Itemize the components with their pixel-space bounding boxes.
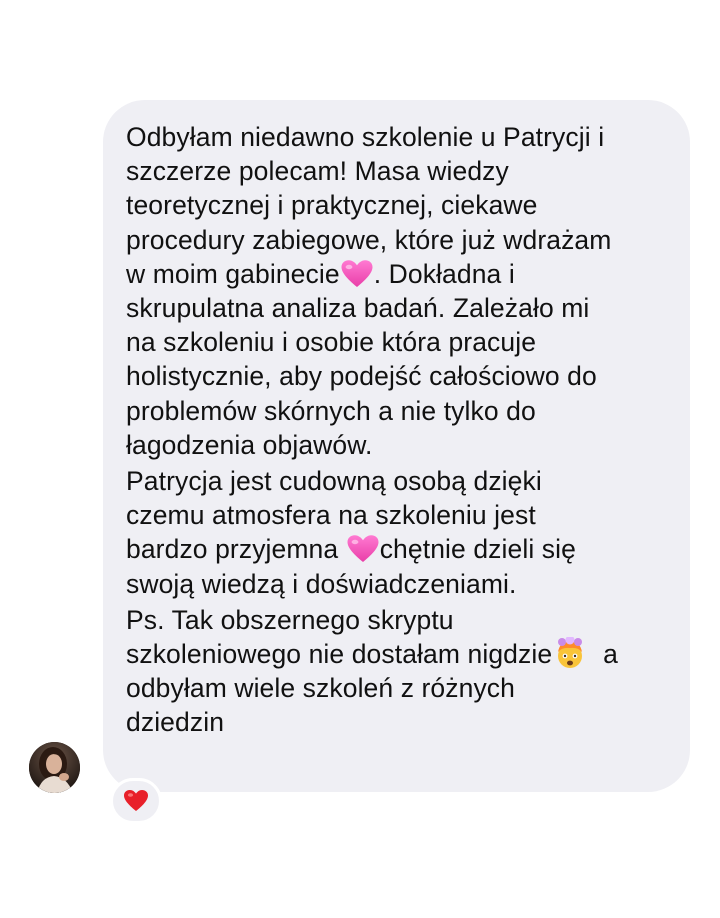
pink-heart-icon: [340, 259, 374, 289]
message-line: Patrycja jest cudowną osobą dzięki: [126, 464, 672, 498]
message-text: na szkoleniu i osobie która pracuje: [126, 327, 537, 358]
message-text: a: [588, 639, 618, 670]
message-text: chętnie dzieli się: [379, 534, 576, 565]
message-line: Ps. Tak obszernego skryptu: [126, 603, 672, 637]
message-line: holistycznie, aby podejść całościowo do: [126, 359, 672, 393]
reaction-badge[interactable]: [110, 778, 162, 824]
message-line: problemów skórnych a nie tylko do: [126, 394, 672, 428]
message-line: na szkoleniu i osobie która pracuje: [126, 325, 672, 359]
message-line: łagodzenia objawów.: [126, 428, 672, 462]
message-text: dziedzin: [126, 707, 225, 738]
message-text: szczerze polecam! Masa wiedzy: [126, 156, 509, 187]
message-text: czemu atmosfera na szkoleniu jest: [126, 500, 536, 531]
message-text: w moim gabinecie: [126, 258, 340, 289]
message-text: . Dokładna i: [373, 258, 515, 289]
message-line: odbyłam wiele szkoleń z różnych: [126, 671, 672, 705]
message-line: w moim gabinecie . Dokładna i: [126, 257, 672, 291]
message-text: szkoleniowego nie dostałam nigdzie: [126, 639, 553, 670]
chat-thread: Odbyłam niedawno szkolenie u Patrycji i s…: [0, 0, 720, 918]
message-text: Patrycja jest cudowną osobą dzięki: [126, 466, 542, 497]
profile-photo-image: [29, 742, 80, 793]
message-paragraph: Ps. Tak obszernego skryptu szkoleniowego …: [126, 603, 672, 740]
message-line: szkoleniowego nie dostałam nigdzie a: [126, 637, 672, 671]
message-text: problemów skórnych a nie tylko do: [126, 395, 536, 426]
message-line: Odbyłam niedawno szkolenie u Patrycji i: [126, 120, 672, 154]
message-paragraph: Odbyłam niedawno szkolenie u Patrycji i s…: [126, 120, 672, 462]
message-paragraph: Patrycja jest cudowną osobą dzięki czemu …: [126, 464, 672, 601]
message-text: łagodzenia objawów.: [126, 429, 373, 460]
message-text: Odbyłam niedawno szkolenie u Patrycji i: [126, 122, 605, 152]
message-text: teoretycznej i praktycznej, ciekawe: [126, 190, 538, 221]
message-line: skrupulatna analiza badań. Zależało mi: [126, 291, 672, 325]
message-line: procedury zabiegowe, które już wdrażam: [126, 223, 672, 257]
message-text: bardzo przyjemna: [126, 534, 346, 565]
sender-avatar[interactable]: [29, 742, 80, 793]
red-heart-icon: [123, 789, 149, 813]
message-text: skrupulatna analiza badań. Zależało mi: [126, 293, 590, 324]
message-line: dziedzin: [126, 705, 672, 739]
exploding-head-icon: [552, 637, 588, 669]
pink-heart-icon: [346, 534, 380, 564]
message-line: szczerze polecam! Masa wiedzy: [126, 154, 672, 188]
message-text: swoją wiedzą i doświadczeniami.: [126, 568, 517, 599]
message-text: odbyłam wiele szkoleń z różnych: [126, 673, 515, 704]
message-text: holistycznie, aby podejść całościowo do: [126, 361, 597, 392]
message-line: czemu atmosfera na szkoleniu jest: [126, 498, 672, 532]
message-line: bardzo przyjemna chętnie dzieli się: [126, 532, 672, 566]
message-text: Ps. Tak obszernego skryptu: [126, 604, 454, 635]
message-bubble[interactable]: Odbyłam niedawno szkolenie u Patrycji i s…: [103, 100, 690, 792]
message-line: teoretycznej i praktycznej, ciekawe: [126, 188, 672, 222]
message-text: procedury zabiegowe, które już wdrażam: [126, 224, 612, 255]
message-line: swoją wiedzą i doświadczeniami.: [126, 567, 672, 601]
